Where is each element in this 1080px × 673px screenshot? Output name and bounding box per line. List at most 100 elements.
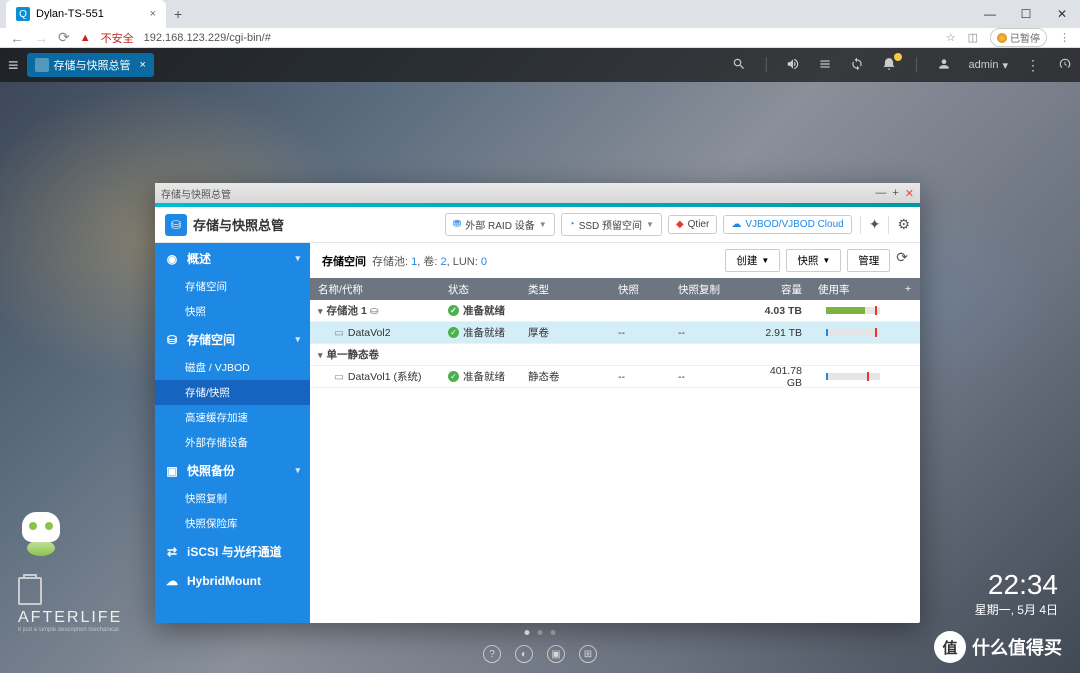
row-datavol1[interactable]: ▭DataVol1 (系统) 准备就绪 静态卷 -- -- 401.78 GB bbox=[310, 366, 920, 388]
col-status[interactable]: 状态 bbox=[440, 282, 520, 297]
volume-icon[interactable] bbox=[786, 57, 800, 74]
back-button[interactable]: ← bbox=[10, 30, 24, 46]
control-icon-3[interactable]: ▣ bbox=[547, 645, 565, 663]
watermark-text: 什么值得买 bbox=[972, 634, 1062, 660]
row-static-group[interactable]: ▾单一静态卷 bbox=[310, 344, 920, 366]
table-header: 名称/代称 状态 类型 快照 快照复制 容量 使用率 + bbox=[310, 278, 920, 300]
chevron-down-icon: ▾ bbox=[1002, 59, 1008, 72]
snapshot-button[interactable]: 快照 ▼ bbox=[786, 249, 841, 272]
storage-logo-icon: ⛁ bbox=[165, 214, 187, 236]
camera-icon: ▣ bbox=[165, 464, 179, 478]
desktop-pager[interactable] bbox=[525, 630, 556, 635]
tools-icon[interactable]: ✦ bbox=[869, 216, 881, 233]
sidebar-item-storage-overview[interactable]: 存储空间 bbox=[155, 274, 310, 299]
control-icon-1[interactable]: ? bbox=[483, 645, 501, 663]
toolbar-divider bbox=[888, 216, 889, 234]
window-close-icon[interactable]: ✕ bbox=[905, 187, 914, 200]
devices-icon[interactable] bbox=[818, 57, 832, 74]
usage-bar bbox=[826, 307, 880, 314]
row-datavol2[interactable]: ▭DataVol2 准备就绪 厚卷 -- -- 2.91 TB bbox=[310, 322, 920, 344]
app-tab-storage[interactable]: 存储与快照总管 × bbox=[27, 53, 154, 77]
sidebar-item-storage-snapshot[interactable]: 存储/快照 bbox=[155, 380, 310, 405]
gear-icon[interactable]: ⚙ bbox=[897, 216, 910, 233]
sidebar-item-cache[interactable]: 高速缓存加速 bbox=[155, 405, 310, 430]
toolbar-divider bbox=[860, 216, 861, 234]
pager-dot[interactable] bbox=[525, 630, 530, 635]
expand-icon[interactable]: ▾ bbox=[318, 306, 323, 316]
refresh-icon[interactable]: ⟳ bbox=[896, 249, 908, 272]
bottom-controls: ? ◐ ▣ ⊞ bbox=[483, 645, 597, 663]
menu-icon[interactable]: ≡ bbox=[8, 55, 19, 76]
sidebar-item-snapshot-vault[interactable]: 快照保险库 bbox=[155, 511, 310, 536]
window-maximize-icon[interactable]: + bbox=[892, 187, 898, 200]
user-icon[interactable] bbox=[937, 57, 951, 74]
sidebar-item-disks[interactable]: 磁盘 / VJBOD bbox=[155, 355, 310, 380]
external-raid-button[interactable]: ⛃外部 RAID 设备▼ bbox=[445, 213, 555, 236]
admin-menu[interactable]: admin ▾ bbox=[969, 59, 1009, 72]
sidebar-item-snapshot-replica[interactable]: 快照复制 bbox=[155, 486, 310, 511]
more-icon[interactable]: ⋮ bbox=[1026, 57, 1040, 74]
sidebar-group-storage[interactable]: ⛁存储空间▾ bbox=[155, 324, 310, 355]
clock-date: 星期一, 5月 4日 bbox=[975, 601, 1058, 618]
row-pool-1[interactable]: ▾存储池 1 ⛀ 准备就绪 4.03 TB bbox=[310, 300, 920, 322]
sync-icon[interactable] bbox=[850, 57, 864, 74]
vjbod-button[interactable]: ☁VJBOD/VJBOD Cloud bbox=[723, 215, 851, 234]
col-snapshot[interactable]: 快照 bbox=[610, 282, 670, 297]
menu-icon[interactable]: ⋮ bbox=[1059, 31, 1070, 44]
dashboard-icon[interactable] bbox=[1058, 57, 1072, 74]
tab-close-icon[interactable]: × bbox=[150, 8, 156, 20]
notification-icon[interactable] bbox=[882, 57, 896, 74]
chevron-down-icon: ▼ bbox=[646, 220, 654, 229]
expand-icon[interactable]: ▾ bbox=[318, 350, 323, 360]
maximize-button[interactable]: ☐ bbox=[1008, 0, 1044, 28]
window-heading: 存储与快照总管 bbox=[193, 215, 284, 234]
control-icon-2[interactable]: ◐ bbox=[515, 645, 533, 663]
ext-dot-icon bbox=[997, 33, 1007, 43]
browser-tab[interactable]: Q Dylan-TS-551 × bbox=[6, 0, 166, 28]
search-icon[interactable] bbox=[732, 57, 746, 74]
sidebar-group-iscsi[interactable]: ⇄iSCSI 与光纤通道 bbox=[155, 536, 310, 567]
col-type[interactable]: 类型 bbox=[520, 282, 610, 297]
chevron-down-icon: ▾ bbox=[295, 334, 300, 345]
window-minimize-icon[interactable]: — bbox=[875, 187, 886, 200]
manage-button[interactable]: 管理 bbox=[847, 249, 890, 272]
close-button[interactable]: ✕ bbox=[1044, 0, 1080, 28]
sidebar-item-external[interactable]: 外部存储设备 bbox=[155, 430, 310, 455]
pool-capacity: 4.03 TB bbox=[750, 305, 810, 317]
extension-icon[interactable]: ◫ bbox=[968, 31, 978, 44]
trash-icon[interactable] bbox=[18, 577, 42, 605]
pager-dot[interactable] bbox=[551, 630, 556, 635]
window-titlebar[interactable]: 存储与快照总管 — + ✕ bbox=[155, 183, 920, 203]
notification-badge bbox=[894, 53, 902, 61]
forward-button[interactable]: → bbox=[34, 30, 48, 46]
extension-badge[interactable]: 已暂停 bbox=[990, 28, 1047, 47]
storage-window: 存储与快照总管 — + ✕ ⛁ 存储与快照总管 ⛃外部 RAID 设备▼ ◔SS… bbox=[155, 183, 920, 623]
watermark: 值 什么值得买 bbox=[934, 631, 1062, 663]
app-tab-close-icon[interactable]: × bbox=[140, 59, 146, 71]
pager-dot[interactable] bbox=[538, 630, 543, 635]
qbot-widget[interactable] bbox=[18, 512, 64, 558]
sidebar-group-snapshot[interactable]: ▣快照备份▾ bbox=[155, 455, 310, 486]
ssd-cache-button[interactable]: ◔SSD 预留空间▼ bbox=[561, 213, 662, 236]
new-tab-button[interactable]: + bbox=[174, 6, 182, 22]
create-button[interactable]: 创建 ▼ bbox=[725, 249, 780, 272]
url-text[interactable]: 192.168.123.229/cgi-bin/# bbox=[144, 32, 271, 44]
control-icon-4[interactable]: ⊞ bbox=[579, 645, 597, 663]
volume-icon: ▭ bbox=[334, 327, 344, 339]
sidebar-item-snapshot-overview[interactable]: 快照 bbox=[155, 299, 310, 324]
tab-title: Dylan-TS-551 bbox=[36, 8, 104, 20]
sidebar-group-overview[interactable]: ◉概述▾ bbox=[155, 243, 310, 274]
col-replication[interactable]: 快照复制 bbox=[670, 282, 750, 297]
col-name[interactable]: 名称/代称 bbox=[310, 282, 440, 297]
chevron-down-icon: ▼ bbox=[539, 220, 547, 229]
star-icon[interactable]: ☆ bbox=[946, 31, 956, 44]
wallpaper-title: AFTERLIFE bbox=[18, 609, 122, 627]
minimize-button[interactable]: — bbox=[972, 0, 1008, 28]
address-bar: ← → ⟳ ▲ 不安全 192.168.123.229/cgi-bin/# ☆ … bbox=[0, 28, 1080, 47]
col-usage[interactable]: 使用率 bbox=[810, 282, 896, 297]
qtier-button[interactable]: ◆Qtier bbox=[668, 215, 717, 234]
reload-button[interactable]: ⟳ bbox=[58, 29, 70, 46]
add-column-button[interactable]: + bbox=[896, 283, 920, 295]
sidebar-group-hybrid[interactable]: ☁HybridMount bbox=[155, 567, 310, 595]
col-capacity[interactable]: 容量 bbox=[750, 282, 810, 297]
